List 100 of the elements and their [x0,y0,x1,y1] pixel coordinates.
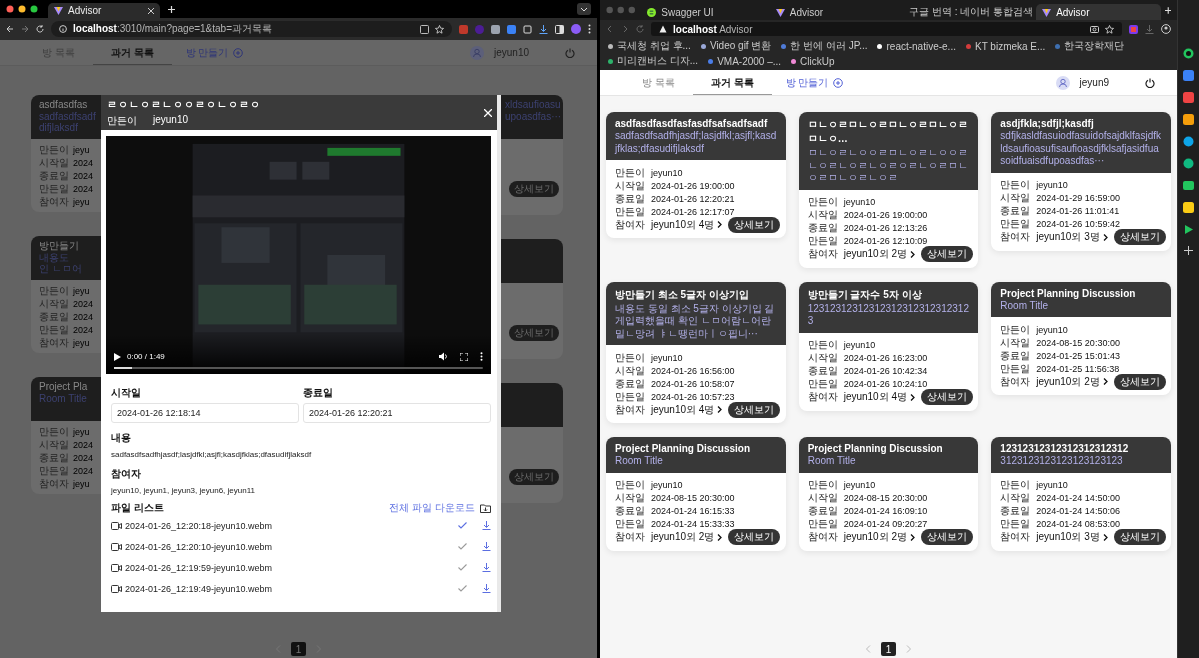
plus-icon[interactable] [1184,246,1193,255]
field-value: jeyun10 [843,197,876,207]
more-icon[interactable] [588,24,591,34]
camera-icon[interactable] [1090,25,1099,33]
field-label: 종료일 [807,221,838,235]
extension-icon[interactable] [1129,24,1138,34]
bookmark[interactable]: ClickUp [791,54,835,68]
address-bar[interactable]: localhost Advisor [651,22,1122,36]
plus-icon[interactable] [1164,6,1171,14]
bookmark[interactable]: 미리캔버스 디자... [608,54,699,68]
window-controls-icon[interactable] [6,5,40,13]
content-text: sadfasdfsadfhjasdf;lasjdfkl;asjfl;kasdjfklas;dfasudifjlaksdf [111,450,313,459]
back-icon[interactable] [6,25,14,33]
download-icon[interactable] [539,24,548,34]
field-label: 만든이 [1000,178,1031,192]
folder-download-icon[interactable] [480,503,491,513]
play-icon[interactable] [1183,224,1194,235]
browser-tab[interactable]: Advisor [769,4,895,20]
bookmark[interactable]: 한국장학재단 [1055,39,1125,53]
bookmark[interactable]: 국세청 취업 후... [608,39,691,53]
profile-icon[interactable] [1161,24,1171,34]
chevron-right-icon[interactable] [910,533,916,541]
participants-link[interactable]: jeyun10외 2명 [1036,374,1108,389]
plus-icon[interactable] [168,5,175,13]
nav-tab[interactable]: 방 목록 [624,70,693,95]
chevron-right-icon[interactable] [1102,533,1108,541]
extension-icon[interactable] [1183,114,1194,125]
browser-tab[interactable]: 구글 번역 : 네이버 통합검색 [898,4,1033,20]
detail-button[interactable]: 상세보기 [921,529,974,545]
download-icon[interactable] [482,584,491,593]
plus-circle-icon[interactable] [833,77,844,88]
participants-link[interactable]: jeyun10외 3명 [1036,530,1108,544]
extension-icon[interactable] [1183,180,1194,191]
chevron-right-icon[interactable] [910,393,916,401]
detail-button[interactable]: 상세보기 [1113,229,1166,245]
check-icon[interactable] [458,564,467,571]
sidebar-icon[interactable] [555,24,564,34]
close-icon[interactable] [148,7,154,14]
card-description: 내용도 [39,251,70,263]
star-icon[interactable] [435,24,444,34]
card-title: asdfasdfas [39,99,89,111]
more-icon[interactable] [480,352,483,361]
check-icon[interactable] [458,522,467,529]
chevron-down-icon[interactable] [577,3,591,15]
chevron-right-icon[interactable] [1102,378,1108,385]
download-icon[interactable] [1145,24,1154,34]
chevron-right-icon[interactable] [717,406,723,413]
detail-button[interactable]: 상세보기 [728,529,781,545]
bookmark[interactable]: KT bizmeka E... [965,39,1046,53]
check-icon[interactable] [458,543,467,550]
page-button[interactable]: 1 [291,642,306,656]
detail-button[interactable]: 상세보기 [921,246,974,262]
chevron-right-icon[interactable] [1102,233,1108,241]
page-button[interactable]: 1 [881,642,896,656]
participants-link[interactable]: jeyun10외 4명 [651,217,723,232]
participants-link[interactable]: jeyun10외 4명 [843,390,916,404]
detail-button[interactable]: 상세보기 [728,401,781,418]
participants-link[interactable]: jeyun10외 3명 [1036,230,1108,244]
start-date-field[interactable]: 2024-01-26 12:18:14 [111,403,299,423]
volume-icon[interactable] [439,352,448,361]
browser-tab[interactable]: Advisor [1036,4,1161,20]
browser-tab[interactable]: Advisor [48,3,160,18]
chevron-right-icon[interactable] [910,250,916,258]
detail-button[interactable]: 상세보기 [921,389,974,405]
download-icon[interactable] [482,542,491,551]
bookmark[interactable]: 한 번에 여러 JP... [781,39,868,53]
play-icon[interactable] [114,352,121,361]
bookmark[interactable]: react-native-e... [877,39,956,53]
browser-tab[interactable]: Swagger UI [641,4,766,20]
bookmark[interactable]: Video gif 변환 [700,39,772,53]
bookmark[interactable]: VMA-2000 –... [708,54,782,68]
participants-link[interactable]: jeyun10외 2명 [843,530,916,544]
nav-tab[interactable]: 과거 목록 [692,70,772,95]
extension-icon[interactable] [1183,202,1194,213]
participants-link[interactable]: jeyun10외 2명 [651,530,723,544]
power-icon[interactable] [1145,77,1155,88]
extension-icon[interactable] [1183,158,1194,169]
avatar-icon[interactable] [571,24,581,34]
fullscreen-icon[interactable] [460,352,468,361]
download-icon[interactable] [482,563,491,572]
end-date-field[interactable]: 2024-01-26 12:20:21 [303,403,491,423]
forward-icon[interactable] [621,25,629,33]
participants-link[interactable]: jeyun10외 4명 [651,402,723,417]
check-icon[interactable] [458,585,467,592]
address-bar[interactable]: localhost:3010/main?page=1&tab=과거목록 [51,21,452,37]
chevron-right-icon[interactable] [717,221,723,228]
forward-icon[interactable] [21,25,29,33]
participants-link[interactable]: jeyun10외 2명 [843,247,916,261]
download-icon[interactable] [482,521,491,530]
detail-button[interactable]: 상세보기 [1113,373,1166,390]
detail-button[interactable]: 상세보기 [1113,529,1166,545]
detail-button[interactable]: 상세보기 [728,216,781,233]
download-all-link[interactable]: 전체 파일 다운로드 [389,501,475,515]
extension-icon[interactable] [1183,136,1194,147]
chevron-right-icon[interactable] [717,533,723,541]
star-icon[interactable] [1105,24,1114,34]
scrollbar[interactable] [497,95,501,612]
create-room-link[interactable]: 방 만들기 [785,75,844,90]
extension-icon[interactable] [1183,48,1194,59]
video-time: 0:00 / 1:49 [127,352,165,361]
